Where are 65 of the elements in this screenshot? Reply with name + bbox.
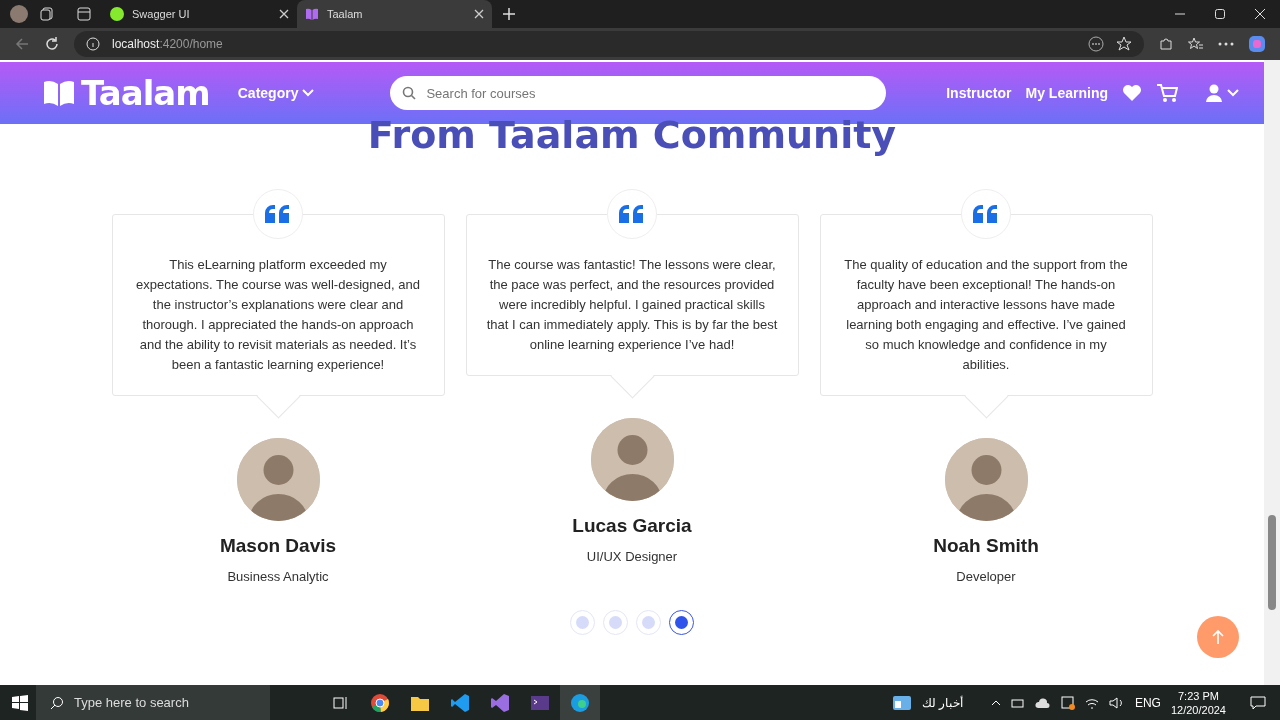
news-widget-icon[interactable]: [891, 694, 912, 711]
book-icon: [305, 7, 319, 21]
notifications-icon[interactable]: [1250, 695, 1266, 710]
carousel-dot[interactable]: [669, 610, 694, 635]
browser-tab[interactable]: Swagger UI: [102, 0, 297, 28]
person-name: Noah Smith: [933, 535, 1039, 557]
book-icon: [43, 79, 75, 107]
cloud-icon[interactable]: [1034, 696, 1051, 709]
person-name: Mason Davis: [219, 535, 337, 557]
battery-icon[interactable]: [1010, 696, 1025, 709]
speaker-icon[interactable]: [1108, 696, 1125, 709]
quote-icon: [972, 205, 999, 223]
favorites-icon[interactable]: [1188, 36, 1204, 52]
person-role: Business Analytic: [227, 569, 329, 584]
chevron-up-icon[interactable]: [990, 699, 1001, 706]
terminal-icon[interactable]: [530, 694, 550, 711]
back-arrow-icon[interactable]: [14, 36, 30, 52]
more-icon[interactable]: [1218, 42, 1234, 46]
brand-logo[interactable]: Taalam: [43, 73, 210, 113]
close-tab-icon[interactable]: [474, 9, 484, 19]
browser-icon[interactable]: [570, 692, 590, 713]
more-circle-icon[interactable]: [1088, 36, 1104, 52]
testimonial-text: This eLearning platform exceeded my expectations. The course was well-designed, and the instructor’s explanations were clear and thorough. I appreciated the hands-on approach and the ability to revisit materials as needed. It’s been a fantastic learning experience!: [136, 257, 420, 372]
taskbar-search-field[interactable]: Type here to search: [36, 685, 270, 720]
testimonial-text: The course was fantastic! The lessons were clear, the pace was perfect, and the resources provided were incredibly helpful. I gained practical skills that I can immediately apply. This is by far the best online learning experience I’ve had!: [486, 257, 778, 352]
scrollbar-thumb[interactable]: [1268, 515, 1276, 610]
star-icon[interactable]: [1116, 36, 1132, 52]
quote-icon: [618, 205, 645, 223]
task-view-icon[interactable]: [332, 695, 348, 710]
news-label[interactable]: أخبار لك: [921, 695, 963, 710]
search-field[interactable]: Search for courses: [390, 76, 887, 110]
person-role: UI/UX Designer: [586, 549, 678, 564]
search-icon: [402, 86, 417, 100]
url-text: localhost:4200/home: [112, 37, 223, 51]
search-icon: [50, 696, 64, 710]
collections-icon[interactable]: [39, 6, 55, 22]
nav-link[interactable]: Instructor: [946, 85, 1012, 101]
category-dropdown[interactable]: Category: [231, 84, 321, 102]
arrow-up-icon: [1211, 629, 1225, 645]
quote-icon: [264, 205, 291, 223]
browser-tab[interactable]: Taalam: [297, 0, 492, 28]
cart-icon[interactable]: [1156, 83, 1178, 103]
close-icon[interactable]: [1254, 8, 1266, 20]
chevron-down-icon: [302, 89, 315, 97]
person-name: Lucas Garcia: [572, 515, 692, 537]
testimonial-text: The quality of education and the support from the faculty have been exceptional! The hands-on approach and interactive lessons have made learning both engaging and effective. I’ve gained so much knowledge and confidence in my abilities.: [844, 257, 1128, 372]
taskbar-clock[interactable]: 7:23 PM 12/20/2024: [1170, 688, 1226, 717]
wifi-icon[interactable]: [1084, 696, 1099, 709]
section-heading: From Taalam Community: [366, 116, 898, 154]
maximize-icon[interactable]: [1214, 8, 1226, 20]
user-menu-icon[interactable]: [1206, 84, 1240, 102]
address-bar[interactable]: localhost:4200/home: [74, 31, 1144, 57]
tab-actions-icon[interactable]: [76, 6, 92, 22]
info-icon: [86, 37, 100, 51]
person-role: Developer: [956, 569, 1016, 584]
language-indicator[interactable]: ENG: [1134, 695, 1161, 710]
close-tab-icon[interactable]: [279, 9, 289, 19]
code-editor-icon[interactable]: [450, 692, 470, 713]
windows-logo-icon[interactable]: [12, 694, 28, 711]
new-tab-icon[interactable]: [502, 7, 516, 21]
ide-icon[interactable]: [490, 692, 510, 713]
profile-avatar[interactable]: [10, 5, 28, 23]
refresh-icon[interactable]: [44, 36, 60, 52]
nav-link[interactable]: My Learning: [1025, 85, 1108, 101]
heart-icon[interactable]: [1122, 84, 1142, 102]
